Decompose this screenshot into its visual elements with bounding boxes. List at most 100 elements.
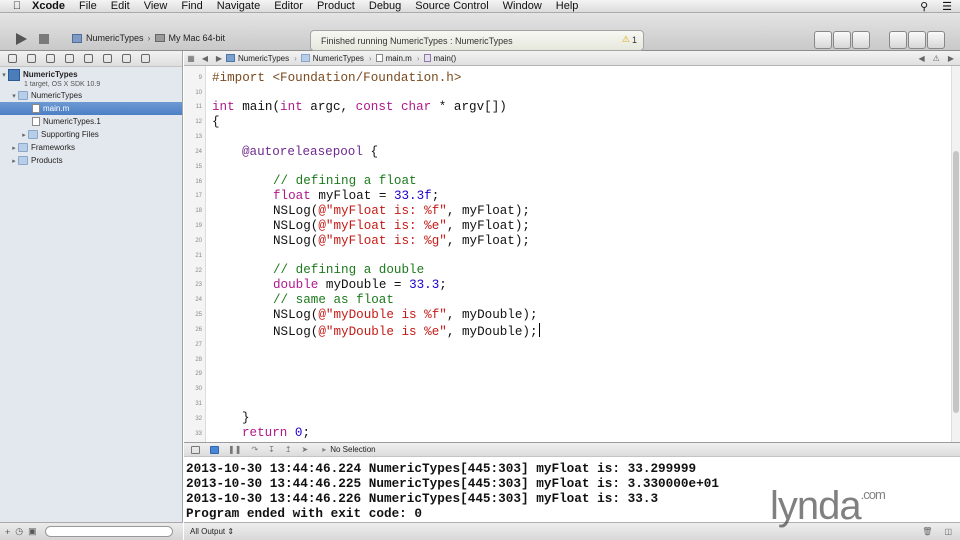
code-line: double myDouble = 33.3;: [273, 278, 447, 292]
tree-project-row[interactable]: ▾ NumericTypes: [0, 68, 182, 81]
app-target-icon: [72, 33, 82, 43]
next-issue-icon[interactable]: ▶: [948, 54, 954, 63]
warning-indicator[interactable]: ⚠ 1: [622, 34, 637, 45]
breadcrumb-project[interactable]: NumericTypes ›: [226, 54, 297, 63]
breakpoint-navigator-icon[interactable]: [122, 54, 131, 63]
project-navigator-icon[interactable]: [8, 54, 17, 63]
menu-help[interactable]: Help: [556, 0, 579, 12]
output-filter-popup[interactable]: All Output ⇕: [190, 527, 234, 536]
chevron-right-icon: ›: [368, 53, 372, 63]
line-number: 10: [195, 90, 202, 96]
log-navigator-icon[interactable]: [141, 54, 150, 63]
line-number: 17: [195, 193, 202, 199]
step-out-icon[interactable]: ↥: [285, 445, 292, 454]
tree-file-numerictypes-1[interactable]: NumericTypes.1: [0, 115, 182, 128]
menu-app-xcode[interactable]: Xcode: [32, 0, 65, 12]
scm-status-icon[interactable]: ▣: [28, 526, 37, 537]
forward-arrow-icon[interactable]: ▶: [212, 54, 226, 63]
lynda-watermark-logo: lynda.com: [770, 486, 886, 526]
menu-find[interactable]: Find: [181, 0, 202, 12]
man-page-file-icon: [32, 117, 40, 126]
editor-mode-segment[interactable]: [814, 31, 870, 49]
assistant-editor-icon[interactable]: [833, 31, 851, 49]
code-line: // same as float: [273, 293, 394, 307]
scrollbar-thumb[interactable]: [953, 151, 959, 413]
stop-button[interactable]: [38, 33, 50, 45]
breadcrumb-group[interactable]: NumericTypes ›: [300, 53, 372, 63]
tree-item-label: NumericTypes: [31, 91, 83, 100]
menu-window[interactable]: Window: [503, 0, 542, 12]
navigator-toggle-icon[interactable]: [889, 31, 907, 49]
menu-editor[interactable]: Editor: [274, 0, 303, 12]
split-view-icon[interactable]: ◫: [944, 527, 952, 536]
step-over-icon[interactable]: ↷: [251, 445, 258, 454]
tree-group-numerictypes[interactable]: ▾ NumericTypes: [0, 89, 182, 102]
menu-edit[interactable]: Edit: [111, 0, 130, 12]
menu-navigate[interactable]: Navigate: [217, 0, 260, 12]
function-icon: [423, 54, 431, 62]
version-editor-icon[interactable]: [852, 31, 870, 49]
test-navigator-icon[interactable]: [84, 54, 93, 63]
disclosure-open-icon[interactable]: ▾: [0, 71, 8, 79]
breadcrumb-file[interactable]: main.m ›: [375, 54, 420, 63]
scheme-selector[interactable]: NumericTypes › My Mac 64-bit: [72, 33, 225, 43]
line-number: 20: [195, 238, 202, 244]
code-line: @autoreleasepool {: [242, 145, 379, 159]
trash-icon[interactable]: 🗑: [922, 527, 932, 536]
run-button[interactable]: [13, 31, 29, 47]
line-number: 24: [195, 149, 202, 155]
issue-navigator-icon[interactable]: [65, 54, 74, 63]
pause-icon[interactable]: ❚❚: [228, 445, 241, 454]
disclosure-closed-icon[interactable]: ▸: [10, 157, 18, 165]
tree-group-frameworks[interactable]: ▸ Frameworks: [0, 141, 182, 154]
selection-label: No Selection: [330, 445, 376, 454]
apple-menu-icon[interactable]: : [10, 0, 24, 12]
editor-scrollbar[interactable]: [951, 66, 960, 442]
debug-navigator-icon[interactable]: [103, 54, 112, 63]
recent-files-icon[interactable]: ◷: [15, 526, 23, 537]
previous-issue-icon[interactable]: ◀: [919, 54, 925, 63]
spotlight-search-icon[interactable]: ⚲: [920, 0, 928, 13]
console-line: Program ended with exit code: 0: [186, 506, 423, 521]
hide-debug-area-icon[interactable]: [191, 445, 200, 454]
line-number: 26: [195, 327, 202, 333]
symbol-navigator-icon[interactable]: [27, 54, 36, 63]
menu-source-control[interactable]: Source Control: [415, 0, 488, 12]
code-line: NSLog(@"myFloat is: %e", myFloat);: [273, 219, 530, 233]
view-toggle-segment[interactable]: [889, 31, 945, 49]
project-icon: [226, 54, 235, 62]
chevron-right-icon: ›: [147, 33, 151, 43]
breakpoints-toggle-icon[interactable]: [210, 445, 219, 454]
disclosure-closed-icon[interactable]: ▸: [10, 144, 18, 152]
disclosure-open-icon[interactable]: ▾: [10, 92, 18, 100]
navigator-selector-bar: [0, 51, 182, 67]
project-name: NumericTypes: [23, 70, 78, 79]
project-navigator: ▾ NumericTypes 1 target, OS X SDK 10.9 ▾…: [0, 51, 183, 540]
menu-product[interactable]: Product: [317, 0, 355, 12]
navigator-filter-field[interactable]: [44, 526, 173, 537]
add-icon[interactable]: +: [5, 527, 10, 537]
utilities-toggle-icon[interactable]: [927, 31, 945, 49]
debug-area-toggle-icon[interactable]: [908, 31, 926, 49]
find-navigator-icon[interactable]: [46, 54, 55, 63]
disclosure-closed-icon[interactable]: ▸: [20, 131, 28, 139]
menu-view[interactable]: View: [144, 0, 168, 12]
standard-editor-icon[interactable]: [814, 31, 832, 49]
location-icon[interactable]: ➤: [302, 445, 309, 454]
menu-debug[interactable]: Debug: [369, 0, 401, 12]
back-arrow-icon[interactable]: ◀: [198, 54, 212, 63]
issue-warning-icon[interactable]: ⚠: [933, 54, 940, 63]
code-line: {: [212, 115, 220, 129]
breadcrumb-symbol[interactable]: main(): [423, 54, 456, 63]
line-number: 32: [195, 416, 202, 422]
tree-group-supporting-files[interactable]: ▸ Supporting Files: [0, 128, 182, 141]
notification-list-icon[interactable]: ☰: [942, 0, 952, 13]
line-number: 22: [195, 268, 202, 274]
step-into-icon[interactable]: ↧: [268, 445, 275, 454]
tree-group-products[interactable]: ▸ Products: [0, 154, 182, 167]
related-items-icon[interactable]: ▦: [184, 54, 198, 63]
menu-file[interactable]: File: [79, 0, 97, 12]
source-editor[interactable]: #import <Foundation/Foundation.h> int ma…: [207, 66, 951, 442]
tree-file-main-m[interactable]: main.m: [0, 102, 182, 115]
line-number: 27: [195, 342, 202, 348]
